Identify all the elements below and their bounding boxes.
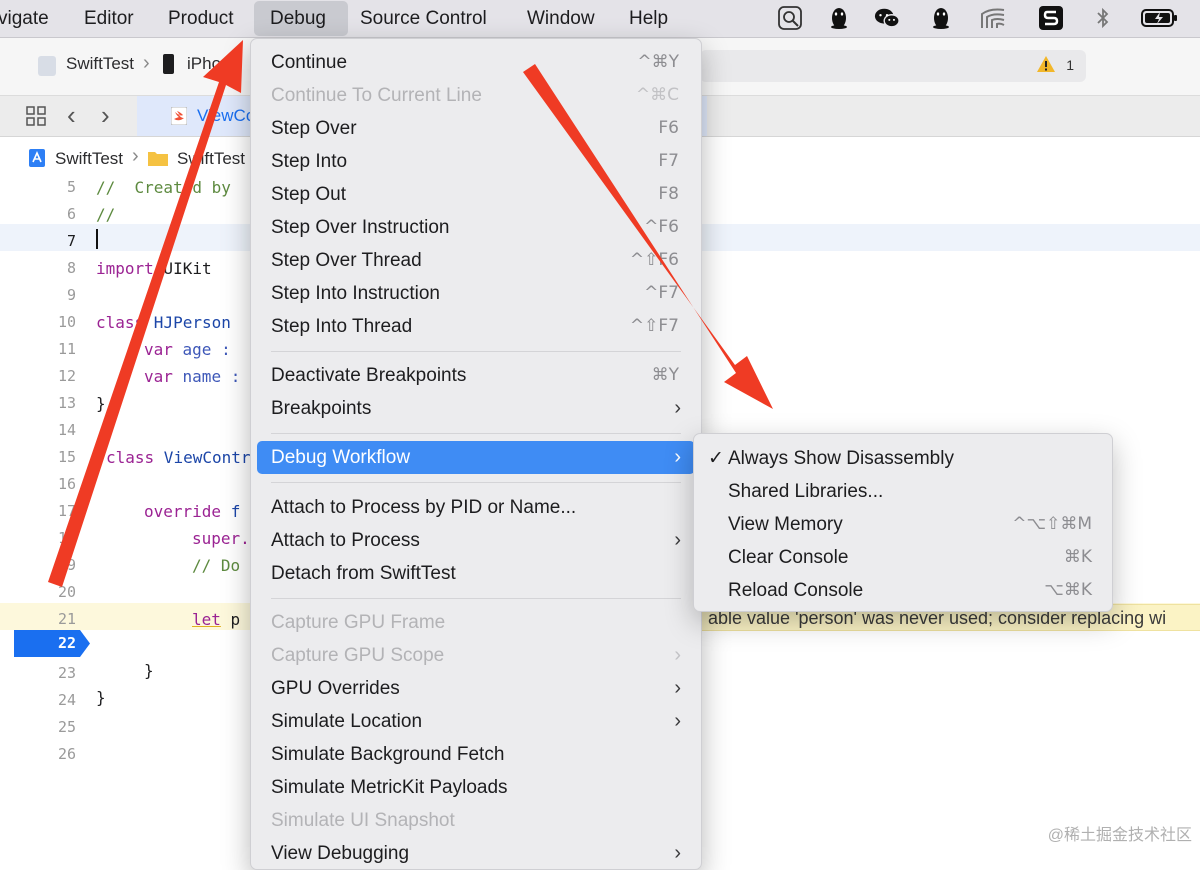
annotation-arrows	[48, 40, 773, 587]
arrow-to-submenu	[523, 64, 773, 409]
arrow-to-debug-menu	[48, 40, 243, 587]
watermark: @稀土掘金技术社区	[1047, 827, 1192, 844]
